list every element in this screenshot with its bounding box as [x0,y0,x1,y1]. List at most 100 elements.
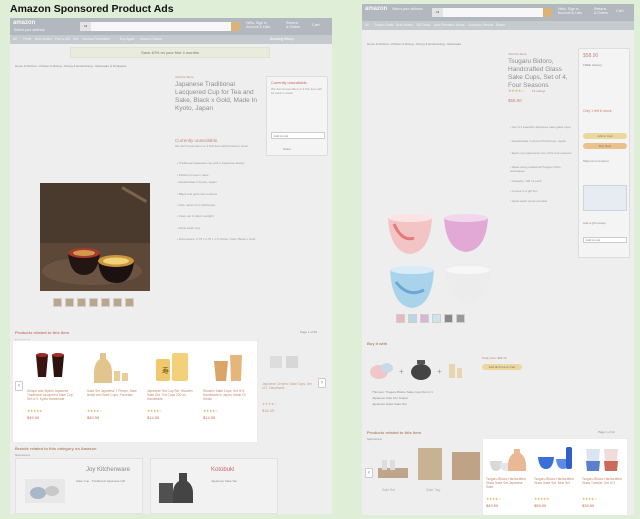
subnav-item[interactable]: All [365,23,369,27]
subnav-item[interactable]: Customer Service [468,23,493,27]
thumbnail[interactable] [456,314,465,323]
feature-bullet: • Set of 4 beautiful Japanese sake glass… [510,125,571,129]
amazon-logo[interactable]: amazon [13,20,35,26]
product-title: Japanese Traditional Lacquered Cup for T… [175,81,258,112]
sponsored-card[interactable]: Unique and Stylish Japanese Traditional … [27,349,77,439]
account-menu[interactable]: Hello, Sign in Account & Lists [246,21,270,29]
thumbnail[interactable] [432,314,441,323]
subnav-item[interactable]: Books [496,23,505,27]
sponsored-card[interactable]: Wooden Sake Cups, Set of 5, Handmade in … [203,349,253,439]
thumbnail[interactable] [77,298,86,307]
card-rating: ★★★★☆ [486,497,502,501]
sponsored-card[interactable]: Japanese Ceramic Sake Cups, Set of 2, Ha… [262,348,314,438]
subnav-item[interactable]: Best Sellers [396,23,413,27]
carousel-prev-button[interactable]: ‹ [15,381,23,391]
thumbnail[interactable] [444,314,453,323]
add-to-cart-button[interactable]: Add to Cart [583,133,627,139]
share-link[interactable]: Share [283,147,291,151]
card-title[interactable]: Sake Set Japanese 7 Pieces, Sake Bottle … [87,389,137,397]
breadcrumb[interactable]: Home & Kitchen › Kitchen & Dining › Dini… [367,42,461,46]
svg-text:寿: 寿 [162,366,169,375]
promo-banner[interactable]: Save 40% on your first 4 months [70,47,270,58]
gift-receipt-checkbox[interactable]: Add a gift receipt [583,221,606,225]
subnav-item[interactable]: Today's Deals [374,23,394,27]
amazon-logo[interactable]: amazon [365,6,387,12]
buy-now-button[interactable]: Buy Now [583,143,627,149]
deliver-to[interactable]: Select your address [14,28,45,32]
thumbnail[interactable] [53,298,62,307]
deliver-to[interactable]: Select your address [392,7,423,11]
subscribe-box[interactable] [583,185,627,211]
card-title[interactable]: Tsugaru Bidoro Handcrafted Glass Sake Se… [486,477,530,489]
orders-link[interactable]: Returns & Orders [594,7,608,15]
availability-text: Currently unavailable. [175,138,219,143]
card-title[interactable]: Tsugaru Bidoro Handcrafted Glass Tumbler… [582,477,626,485]
cart-icon[interactable]: Cart [312,22,320,27]
search-department[interactable]: All [80,22,91,31]
brand-tagline: Sake Cup - Traditional Japanese Gift [76,479,126,483]
sponsored-card[interactable]: Tsugaru Bidoro Handcrafted Glass Sake Se… [533,441,579,515]
product-image[interactable] [384,212,494,327]
bought-item[interactable]: Japanese Cast Iron Teapot [372,396,408,400]
store-link[interactable]: Visit the Store [175,75,194,79]
search-department[interactable]: All [432,8,443,17]
subnav-item[interactable]: Sell [73,37,78,41]
subnav-item[interactable]: All [13,37,17,41]
search-icon[interactable] [543,8,552,17]
subnav-item[interactable]: Find a Gift [55,37,70,41]
card-title[interactable]: Japanese Tea Cup Set, Wooden Sake Set, T… [147,389,197,401]
rating-stars[interactable]: ★★★★☆ [508,88,525,93]
sponsored-card[interactable]: Tsugaru Bidoro Handcrafted Glass Sake Se… [485,441,531,515]
product-image[interactable] [40,183,150,291]
thumbnail[interactable] [65,298,74,307]
sponsored-card[interactable]: Tsugaru Bidoro Handcrafted Glass Tumbler… [581,441,627,515]
account-menu[interactable]: Hello, Sign in Account & Lists [558,7,582,15]
subnav-item[interactable]: Gift Cards [416,23,430,27]
subnav-item[interactable]: Best Sellers [35,37,52,41]
bought-item[interactable]: Japanese Glass Sake Set [372,402,407,406]
thumbnail[interactable] [420,314,429,323]
card-title[interactable]: Wooden Sake Cups, Set of 5, Handmade in … [203,389,253,401]
cart-icon[interactable]: Cart [616,8,624,13]
bought-item[interactable]: This item: Tsugaru Bidoro Sake Cups Set … [372,390,433,394]
subnav-item[interactable]: Browsing History [270,37,294,41]
search-input[interactable]: All [80,22,240,31]
subnav-item[interactable]: Amazon Basics [140,37,162,41]
card-title[interactable]: Unique and Stylish Japanese Traditional … [27,389,77,401]
search-icon[interactable] [231,22,240,31]
card-title[interactable]: Tsugaru Bidoro Handcrafted Glass Sake Se… [534,477,578,485]
product-thumbnail [586,449,618,471]
rating-count[interactable]: 15 ratings [532,89,545,93]
feature-bullet: • Hand wash recommended [510,199,547,203]
carousel-prev-button[interactable]: ‹ [365,468,373,478]
search-input[interactable]: All [432,8,552,17]
thumbnail[interactable] [89,298,98,307]
thumbnail[interactable] [408,314,417,323]
store-link[interactable]: Visit the Store [508,52,527,56]
subnav-item[interactable]: Home [456,23,465,27]
carousel-next-button[interactable]: › [318,378,326,388]
add-all-to-cart-button[interactable]: Add all three to Cart [482,364,522,370]
subnav-item[interactable]: Prime [23,37,31,41]
feature-bullet: • Keep out of direct sunlight [177,214,214,218]
brand-name: Joy Kitchenware [86,467,131,473]
card-title[interactable]: Japanese Ceramic Sake Cups, Set of 2, Ha… [262,382,312,390]
brand-card[interactable]: Joy Kitchenware Sake Cup - Traditional J… [15,458,143,514]
thumbnail[interactable] [125,298,134,307]
thumbnail[interactable] [101,298,110,307]
thumbnail[interactable] [113,298,122,307]
orders-link[interactable]: Returns & Orders [286,21,300,29]
top-nav: amazon Select your address All Hello, Si… [10,18,332,35]
card-price: $59.90 [534,503,547,508]
thumbnail[interactable] [396,314,405,323]
add-to-list-button[interactable]: Add to List [583,237,627,243]
subnav-item[interactable]: New Releases [434,23,455,27]
breadcrumb[interactable]: Home & Kitchen › Kitchen & Dining › Dini… [15,64,126,68]
subnav-item[interactable]: Outdoor Recreation [82,37,110,41]
brand-card[interactable]: Kotobuki Japanese Sake Set [150,458,278,514]
subnav-item[interactable]: Buy Again [120,37,134,41]
sponsored-card[interactable]: Sake Set Japanese 7 Pieces, Sake Bottle … [87,349,137,439]
sponsored-card[interactable]: 寿 Japanese Tea Cup Set, Wooden Sake Set,… [147,349,197,439]
add-to-list-select[interactable]: Add to List [271,132,325,139]
orders-label2: & Orders [594,11,609,15]
